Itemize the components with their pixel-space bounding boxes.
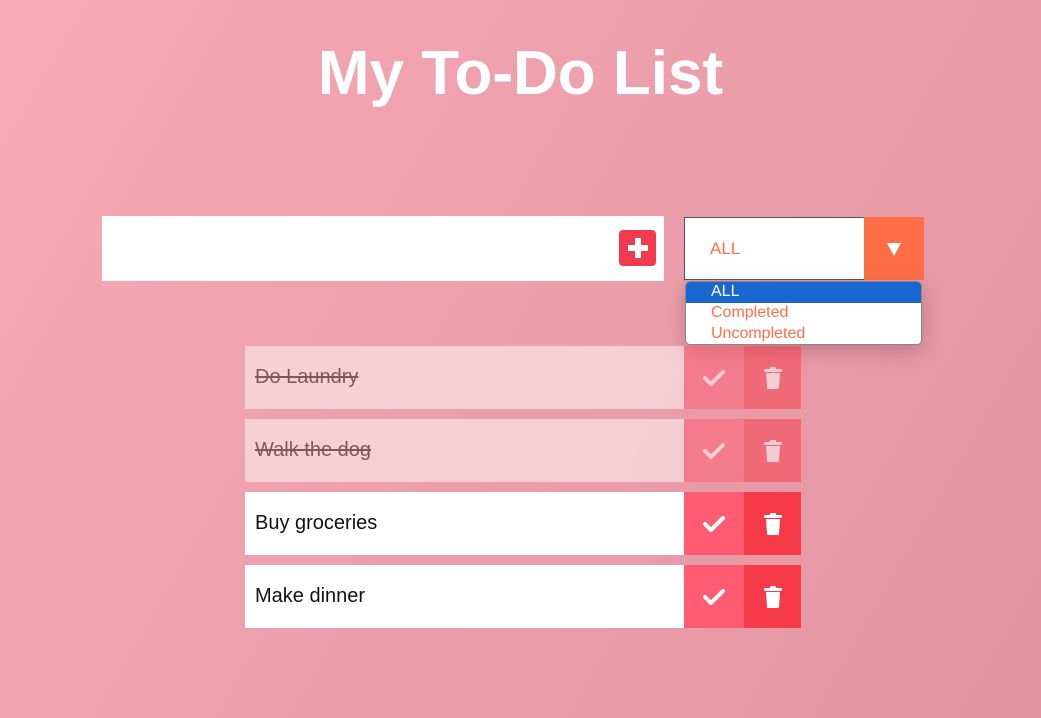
todo-input[interactable] xyxy=(102,216,602,281)
todo-item: Walk the dog xyxy=(245,419,801,482)
todo-item: Do Laundry xyxy=(245,346,801,409)
add-todo-button[interactable] xyxy=(619,230,656,266)
filter-dropdown-toggle[interactable] xyxy=(864,217,924,280)
complete-button[interactable] xyxy=(684,346,744,409)
plus-icon xyxy=(627,238,648,258)
todo-text: Buy groceries xyxy=(245,492,684,555)
filter-option-all[interactable]: ALL xyxy=(686,282,921,303)
check-icon xyxy=(703,442,725,459)
trash-icon xyxy=(763,512,782,535)
filter-selected-value: ALL xyxy=(710,239,741,258)
trash-icon xyxy=(763,585,782,608)
complete-button[interactable] xyxy=(684,492,744,555)
complete-button[interactable] xyxy=(684,565,744,628)
delete-button[interactable] xyxy=(744,419,801,482)
todo-item: Buy groceries xyxy=(245,492,801,555)
check-icon xyxy=(703,369,725,386)
filter-option-completed[interactable]: Completed xyxy=(686,303,921,324)
todo-text: Walk the dog xyxy=(245,419,684,482)
filter-select[interactable]: ALL xyxy=(684,217,924,280)
trash-icon xyxy=(763,366,782,389)
todo-text: Make dinner xyxy=(245,565,684,628)
page-title: My To-Do List xyxy=(317,39,724,108)
delete-button[interactable] xyxy=(744,492,801,555)
todo-item: Make dinner xyxy=(245,565,801,628)
todo-text: Do Laundry xyxy=(245,346,684,409)
delete-button[interactable] xyxy=(744,346,801,409)
todo-list: Do Laundry Walk the dog Buy groceries Ma… xyxy=(245,346,801,638)
filter-option-uncompleted[interactable]: Uncompleted xyxy=(686,324,921,344)
trash-icon xyxy=(763,439,782,462)
triangle-down-icon xyxy=(887,242,901,256)
todo-input-container xyxy=(102,216,664,281)
check-icon xyxy=(703,588,725,605)
check-icon xyxy=(703,515,725,532)
delete-button[interactable] xyxy=(744,565,801,628)
complete-button[interactable] xyxy=(684,419,744,482)
filter-dropdown-list: ALL Completed Uncompleted xyxy=(685,281,922,345)
